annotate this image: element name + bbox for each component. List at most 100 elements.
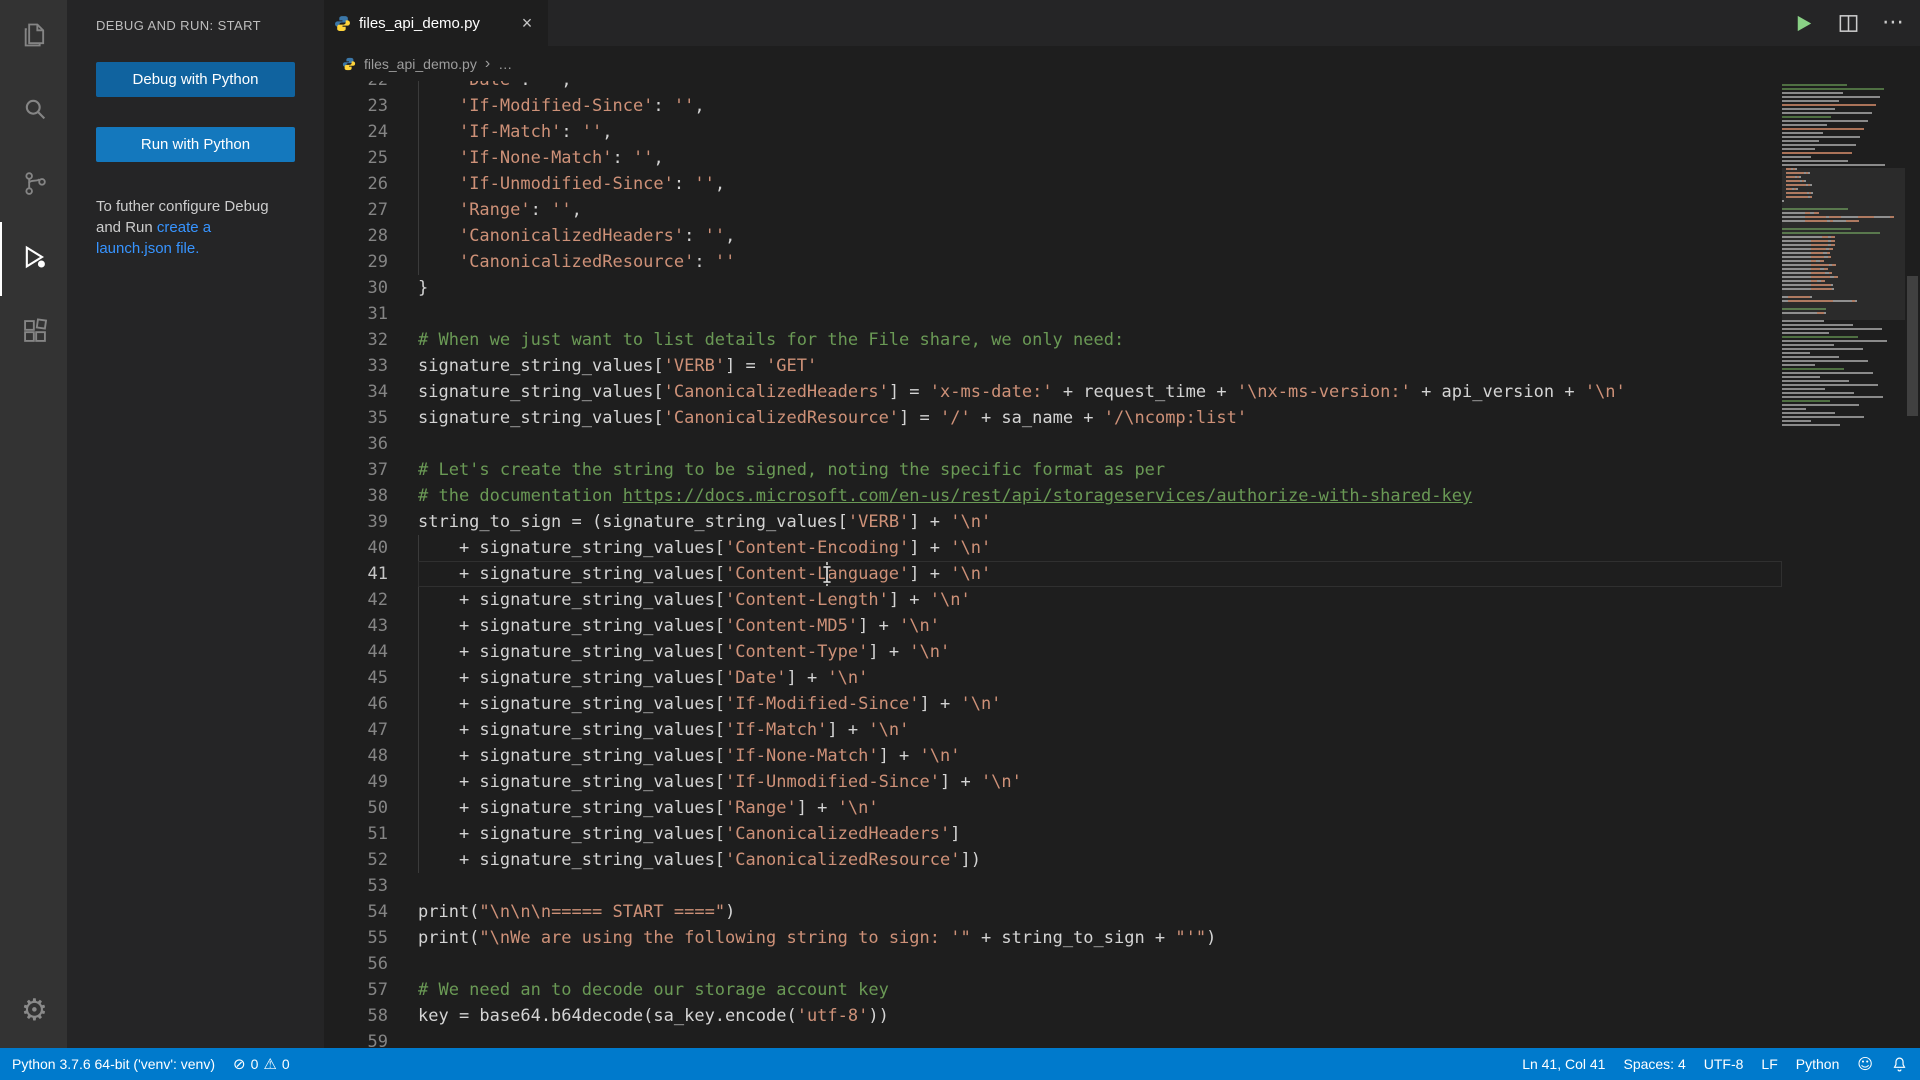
line-number[interactable]: 29	[324, 249, 418, 275]
line-number[interactable]: 39	[324, 509, 418, 535]
run-python-file-button[interactable]	[1792, 12, 1815, 35]
code-line[interactable]: 30}	[324, 275, 1782, 301]
line-number[interactable]: 48	[324, 743, 418, 769]
line-number[interactable]: 34	[324, 379, 418, 405]
line-number[interactable]: 59	[324, 1029, 418, 1048]
line-number[interactable]: 57	[324, 977, 418, 1003]
problems-status[interactable]: ⊘ 0 ⚠ 0	[233, 1055, 290, 1073]
split-editor-icon[interactable]	[1837, 12, 1860, 35]
code-line[interactable]: 29 'CanonicalizedResource': ''	[324, 249, 1782, 275]
line-number[interactable]: 28	[324, 223, 418, 249]
code-line[interactable]: 53	[324, 873, 1782, 899]
code-line[interactable]: 43 + signature_string_values['Content-MD…	[324, 613, 1782, 639]
manage-settings-button[interactable]: ⚙	[0, 974, 67, 1048]
minimap[interactable]	[1782, 81, 1905, 1048]
sidebar-item-run-and-debug[interactable]	[0, 222, 67, 296]
code-line[interactable]: 41 + signature_string_values['Content-La…	[324, 561, 1782, 587]
code-line[interactable]: 57# We need an to decode our storage acc…	[324, 977, 1782, 1003]
line-number[interactable]: 45	[324, 665, 418, 691]
code-line[interactable]: 24 'If-Match': '',	[324, 119, 1782, 145]
scrollbar-thumb[interactable]	[1907, 276, 1918, 416]
code-line[interactable]: 23 'If-Modified-Since': '',	[324, 93, 1782, 119]
line-number[interactable]: 22	[324, 81, 418, 93]
code-line[interactable]: 45 + signature_string_values['Date'] + '…	[324, 665, 1782, 691]
line-number[interactable]: 40	[324, 535, 418, 561]
code-line[interactable]: 28 'CanonicalizedHeaders': '',	[324, 223, 1782, 249]
code-line[interactable]: 36	[324, 431, 1782, 457]
sidebar-button-run[interactable]: Run with Python	[96, 127, 295, 162]
line-number[interactable]: 23	[324, 93, 418, 119]
sidebar-item-extensions[interactable]	[0, 296, 67, 370]
code-line[interactable]: 25 'If-None-Match': '',	[324, 145, 1782, 171]
code-line[interactable]: 58key = base64.b64decode(sa_key.encode('…	[324, 1003, 1782, 1029]
code-editor[interactable]: 22 'Date': '',23 'If-Modified-Since': ''…	[324, 81, 1782, 1048]
code-line[interactable]: 33signature_string_values['VERB'] = 'GET…	[324, 353, 1782, 379]
sidebar-item-explorer[interactable]	[0, 0, 67, 74]
line-number[interactable]: 50	[324, 795, 418, 821]
notifications-bell-icon[interactable]	[1891, 1056, 1908, 1073]
code-line[interactable]: 22 'Date': '',	[324, 81, 1782, 93]
line-number[interactable]: 30	[324, 275, 418, 301]
line-number[interactable]: 43	[324, 613, 418, 639]
code-line[interactable]: 56	[324, 951, 1782, 977]
code-line[interactable]: 37# Let's create the string to be signed…	[324, 457, 1782, 483]
python-interpreter-status[interactable]: Python 3.7.6 64-bit ('venv': venv)	[12, 1056, 215, 1072]
line-number[interactable]: 31	[324, 301, 418, 327]
line-number[interactable]: 53	[324, 873, 418, 899]
code-line[interactable]: 46 + signature_string_values['If-Modifie…	[324, 691, 1782, 717]
code-line[interactable]: 40 + signature_string_values['Content-En…	[324, 535, 1782, 561]
code-line[interactable]: 31	[324, 301, 1782, 327]
tab-close-icon[interactable]: ×	[516, 12, 538, 34]
status-item[interactable]: UTF-8	[1704, 1056, 1744, 1072]
code-line[interactable]: 48 + signature_string_values['If-None-Ma…	[324, 743, 1782, 769]
code-line[interactable]: 51 + signature_string_values['Canonicali…	[324, 821, 1782, 847]
status-item[interactable]: Spaces: 4	[1623, 1056, 1685, 1072]
code-line[interactable]: 27 'Range': '',	[324, 197, 1782, 223]
line-number[interactable]: 52	[324, 847, 418, 873]
sidebar-button-debug[interactable]: Debug with Python	[96, 62, 295, 97]
line-number[interactable]: 47	[324, 717, 418, 743]
tab-files-api-demo[interactable]: files_api_demo.py ×	[324, 0, 548, 46]
line-number[interactable]: 32	[324, 327, 418, 353]
sidebar-item-search[interactable]	[0, 74, 67, 148]
code-line[interactable]: 35signature_string_values['Canonicalized…	[324, 405, 1782, 431]
code-line[interactable]: 47 + signature_string_values['If-Match']…	[324, 717, 1782, 743]
line-number[interactable]: 25	[324, 145, 418, 171]
line-number[interactable]: 46	[324, 691, 418, 717]
code-line[interactable]: 38# the documentation https://docs.micro…	[324, 483, 1782, 509]
line-number[interactable]: 55	[324, 925, 418, 951]
status-item[interactable]: LF	[1761, 1056, 1777, 1072]
line-number[interactable]: 56	[324, 951, 418, 977]
code-line[interactable]: 34signature_string_values['Canonicalized…	[324, 379, 1782, 405]
feedback-smiley-icon[interactable]: ☺	[1857, 1055, 1873, 1073]
minimap-slider[interactable]	[1782, 168, 1905, 320]
line-number[interactable]: 26	[324, 171, 418, 197]
line-number[interactable]: 38	[324, 483, 418, 509]
code-line[interactable]: 42 + signature_string_values['Content-Le…	[324, 587, 1782, 613]
code-line[interactable]: 52 + signature_string_values['Canonicali…	[324, 847, 1782, 873]
code-line[interactable]: 49 + signature_string_values['If-Unmodif…	[324, 769, 1782, 795]
more-actions-icon[interactable]: ⋯	[1882, 12, 1904, 34]
line-number[interactable]: 51	[324, 821, 418, 847]
line-number[interactable]: 24	[324, 119, 418, 145]
line-number[interactable]: 41	[324, 561, 418, 587]
code-line[interactable]: 39string_to_sign = (signature_string_val…	[324, 509, 1782, 535]
sidebar-item-source-control[interactable]	[0, 148, 67, 222]
line-number[interactable]: 58	[324, 1003, 418, 1029]
code-line[interactable]: 44 + signature_string_values['Content-Ty…	[324, 639, 1782, 665]
breadcrumb-file[interactable]: files_api_demo.py	[364, 56, 477, 72]
code-line[interactable]: 54print("\n\n\n===== START ====")	[324, 899, 1782, 925]
code-line[interactable]: 59	[324, 1029, 1782, 1048]
status-item[interactable]: Ln 41, Col 41	[1522, 1056, 1605, 1072]
line-number[interactable]: 54	[324, 899, 418, 925]
code-line[interactable]: 55print("\nWe are using the following st…	[324, 925, 1782, 951]
line-number[interactable]: 27	[324, 197, 418, 223]
code-line[interactable]: 26 'If-Unmodified-Since': '',	[324, 171, 1782, 197]
line-number[interactable]: 35	[324, 405, 418, 431]
line-number[interactable]: 36	[324, 431, 418, 457]
line-number[interactable]: 49	[324, 769, 418, 795]
vertical-scrollbar[interactable]	[1905, 81, 1920, 1048]
line-number[interactable]: 37	[324, 457, 418, 483]
status-item[interactable]: Python	[1796, 1056, 1840, 1072]
code-line[interactable]: 32# When we just want to list details fo…	[324, 327, 1782, 353]
